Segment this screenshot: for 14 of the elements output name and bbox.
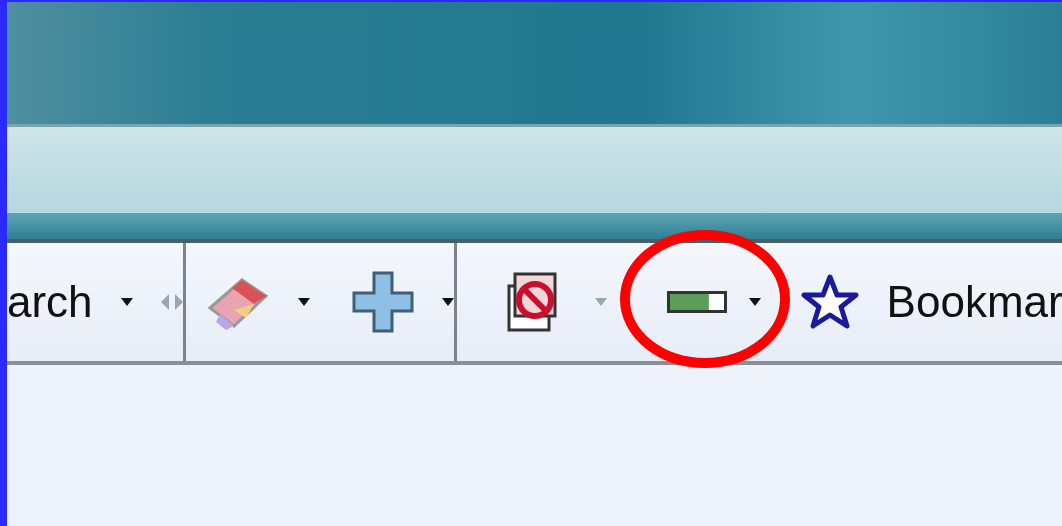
popup-blocker-button[interactable] — [506, 272, 607, 332]
meter-button[interactable] — [666, 291, 761, 313]
meter-icon — [666, 291, 727, 313]
dropdown-caret-icon — [120, 298, 133, 306]
dropdown-caret-icon — [297, 298, 310, 306]
plus-icon — [351, 271, 414, 333]
bookmarks-button[interactable]: Bookmar — [800, 274, 1062, 330]
star-icon — [800, 274, 859, 330]
search-button[interactable]: arch — [7, 277, 183, 327]
dropdown-caret-icon — [441, 298, 454, 306]
grip-arrows-icon — [160, 294, 183, 310]
dropdown-caret-icon — [594, 298, 607, 306]
plus-button[interactable] — [351, 271, 454, 333]
dropdown-caret-icon — [748, 298, 761, 306]
